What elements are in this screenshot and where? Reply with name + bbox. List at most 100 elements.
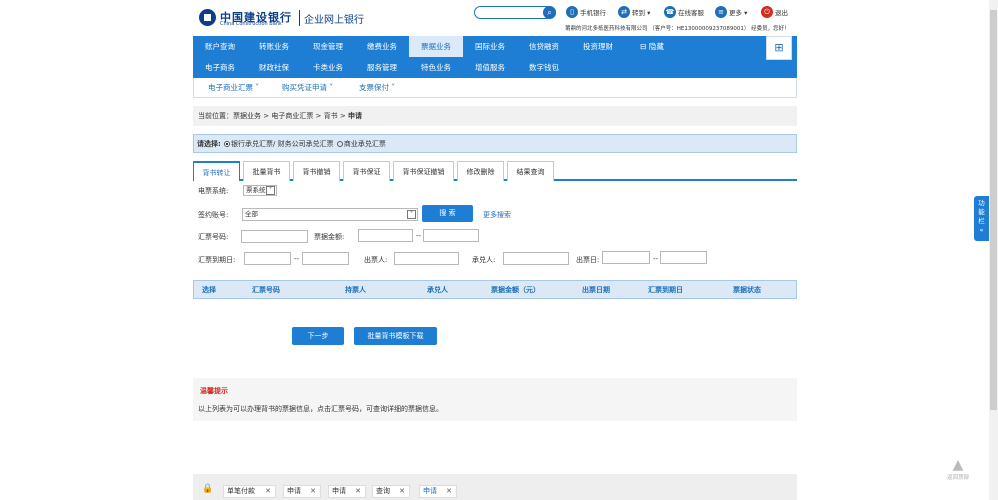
bottom-tab-label: 查询 [376, 487, 390, 495]
back-to-top-label: 返回顶部 [946, 475, 969, 481]
mobile-bank-link[interactable]: ▯ 手机银行 [566, 5, 606, 19]
subnav-check-guarantee[interactable]: 支票保付 ˅ [359, 82, 395, 93]
bill-number-input[interactable] [241, 230, 308, 243]
close-icon[interactable]: ✕ [399, 486, 405, 497]
tab-modify-delete[interactable]: 修改删除 [457, 161, 504, 181]
tab-batch-endorse[interactable]: 批量背书 [243, 161, 290, 181]
grid-menu-icon[interactable]: ⊞ [766, 36, 792, 60]
drawer-label: 出票人: [364, 256, 388, 264]
nav-bills[interactable]: 票据业务 [409, 36, 463, 57]
close-icon[interactable]: ✕ [446, 486, 452, 497]
tab-endorse-guarantee[interactable]: 背书保证 [343, 161, 390, 181]
search-button[interactable]: 搜 索 [422, 205, 473, 222]
issue-date-start-input[interactable] [602, 251, 650, 264]
bill-type-selector: 请选择: 银行承兑汇票/ 财务公司承兑汇票 商业承兑汇票 [193, 134, 797, 153]
acceptor-input[interactable] [503, 252, 569, 265]
batch-template-download-button[interactable]: 批量背书模板下载 [354, 327, 437, 345]
tips-text: 以上列表为可以办理背书的票据信息，点击汇票号码，可查询详细的票据信息。 [198, 405, 443, 413]
vertical-scrollbar[interactable] [989, 0, 998, 500]
acceptor-label: 承兑人: [472, 256, 496, 264]
main-nav: 账户查询 转账业务 现金管理 缴费业务 票据业务 国际业务 信贷融资 投资理财 … [193, 36, 797, 78]
chevron-down-icon: ˅ [407, 210, 416, 219]
search-icon[interactable]: ⌕ [543, 6, 556, 19]
hide-label: 隐藏 [648, 42, 664, 51]
system-label: 电票系统: [198, 187, 229, 195]
bill-table-header: 选择 汇票号码 持票人 承兑人 票据金额（元） 出票日期 汇票到期日 票据状态 [193, 280, 797, 299]
more-menu[interactable]: ≡ 更多 ▾ [715, 5, 747, 19]
next-step-button[interactable]: 下一步 [292, 327, 344, 345]
nav-transfer[interactable]: 转账业务 [247, 36, 301, 57]
collapse-icon: ⊟ [640, 42, 649, 51]
nav-cards[interactable]: 卡类业务 [301, 57, 355, 78]
nav-international[interactable]: 国际业务 [463, 36, 517, 57]
subnav-ecommercial-draft[interactable]: 电子商业汇票 ˅ [208, 82, 259, 93]
ccb-logo-icon [199, 9, 216, 26]
col-acceptor: 承兑人 [427, 286, 448, 294]
amount-max-input[interactable] [423, 229, 479, 242]
radio-bank-acceptance[interactable] [224, 140, 231, 147]
nav-cash-management[interactable]: 现金管理 [301, 36, 355, 57]
nav-investment[interactable]: 投资理财 [571, 36, 625, 57]
phone-icon: ▯ [566, 6, 578, 18]
bottom-tab-apply-active[interactable]: 申请 ✕ [419, 485, 457, 498]
due-date-end-input[interactable] [302, 252, 349, 265]
col-status: 票据状态 [733, 286, 761, 294]
bottom-tab-apply[interactable]: 申请 ✕ [328, 485, 366, 498]
nav-value-added[interactable]: 增值服务 [463, 57, 517, 78]
account-select[interactable]: 全部 ˅ [242, 208, 418, 221]
close-icon[interactable]: ✕ [265, 486, 271, 497]
mobile-bank-label: 手机银行 [580, 9, 606, 17]
scrollbar-thumb[interactable] [990, 10, 997, 410]
more-label: 更多 ▾ [729, 9, 748, 17]
col-select: 选择 [202, 286, 216, 294]
switch-menu[interactable]: ⇄ 转到 ▾ [618, 5, 650, 19]
function-panel-toggle[interactable]: 功能栏 « [974, 196, 989, 241]
amount-min-input[interactable] [358, 229, 413, 242]
nav-hide[interactable]: ⊟ 隐藏 [625, 36, 679, 57]
tab-endorse-transfer[interactable]: 背书转让 [193, 161, 240, 181]
online-service-link[interactable]: ☎ 在线客服 [664, 5, 704, 19]
side-label: 功能栏 [978, 199, 985, 225]
more-search-link[interactable]: 更多搜索 [483, 210, 511, 220]
nav-service-management[interactable]: 服务管理 [355, 57, 409, 78]
nav-account-query[interactable]: 账户查询 [193, 36, 247, 57]
tab-result-query[interactable]: 结果查询 [507, 161, 554, 181]
nav-credit[interactable]: 信贷融资 [517, 36, 571, 57]
issue-date-end-input[interactable] [660, 251, 707, 264]
nav-social-security[interactable]: 财政社保 [247, 57, 301, 78]
switch-label: 转到 ▾ [632, 9, 651, 17]
account-value: 全部 [245, 210, 258, 218]
nav-ecommerce[interactable]: 电子商务 [193, 57, 247, 78]
customer-info: 莆鼎的河北多抵医药科技有限公司 （客户号：HE13000009237089001… [565, 26, 790, 32]
switch-icon: ⇄ [618, 6, 630, 18]
subnav-voucher-purchase[interactable]: 购买凭证申请 ˅ [282, 82, 333, 93]
double-chevron-left-icon: « [979, 226, 984, 234]
due-date-start-input[interactable] [244, 252, 291, 265]
option-bank-acceptance: 银行承兑汇票/ 财务公司承兑汇票 [231, 140, 334, 148]
close-icon[interactable]: ✕ [355, 486, 361, 497]
lock-icon[interactable]: 🔒 [202, 484, 213, 495]
bottom-tab-apply[interactable]: 申请 ✕ [283, 485, 321, 498]
breadcrumb: 当前位置：票据业务 > 电子商业汇票 > 背书 > 申请 [193, 106, 797, 126]
drawer-input[interactable] [394, 252, 459, 265]
back-to-top-button[interactable]: ▲ 返回顶部 [945, 457, 971, 487]
nav-featured[interactable]: 特色业务 [409, 57, 463, 78]
amount-label: 票据金额: [314, 233, 345, 241]
radio-commercial-acceptance[interactable] [336, 140, 343, 147]
tab-guarantee-revoke[interactable]: 背书保证撤销 [393, 161, 454, 181]
logout-button[interactable]: ⏻ 退出 [761, 5, 788, 19]
bottom-tab-label: 申请 [423, 487, 437, 495]
nav-payment[interactable]: 缴费业务 [355, 36, 409, 57]
bottom-tab-label: 单笔付款 [227, 487, 255, 495]
bottom-tab-single-payment[interactable]: 单笔付款 ✕ [223, 485, 276, 498]
close-icon[interactable]: ✕ [310, 486, 316, 497]
tab-endorse-revoke[interactable]: 背书撤销 [293, 161, 340, 181]
system-select[interactable]: 票系统 ˅ [243, 185, 277, 196]
account-label: 签约账号: [198, 211, 229, 219]
site-title: 企业网上银行 [304, 15, 364, 26]
amount-dash: -- [416, 232, 422, 240]
nav-digital-wallet[interactable]: 数字钱包 [517, 57, 571, 78]
bottom-tab-query[interactable]: 查询 ✕ [372, 485, 410, 498]
service-label: 在线客服 [678, 9, 704, 17]
choose-label: 请选择: [197, 140, 221, 148]
